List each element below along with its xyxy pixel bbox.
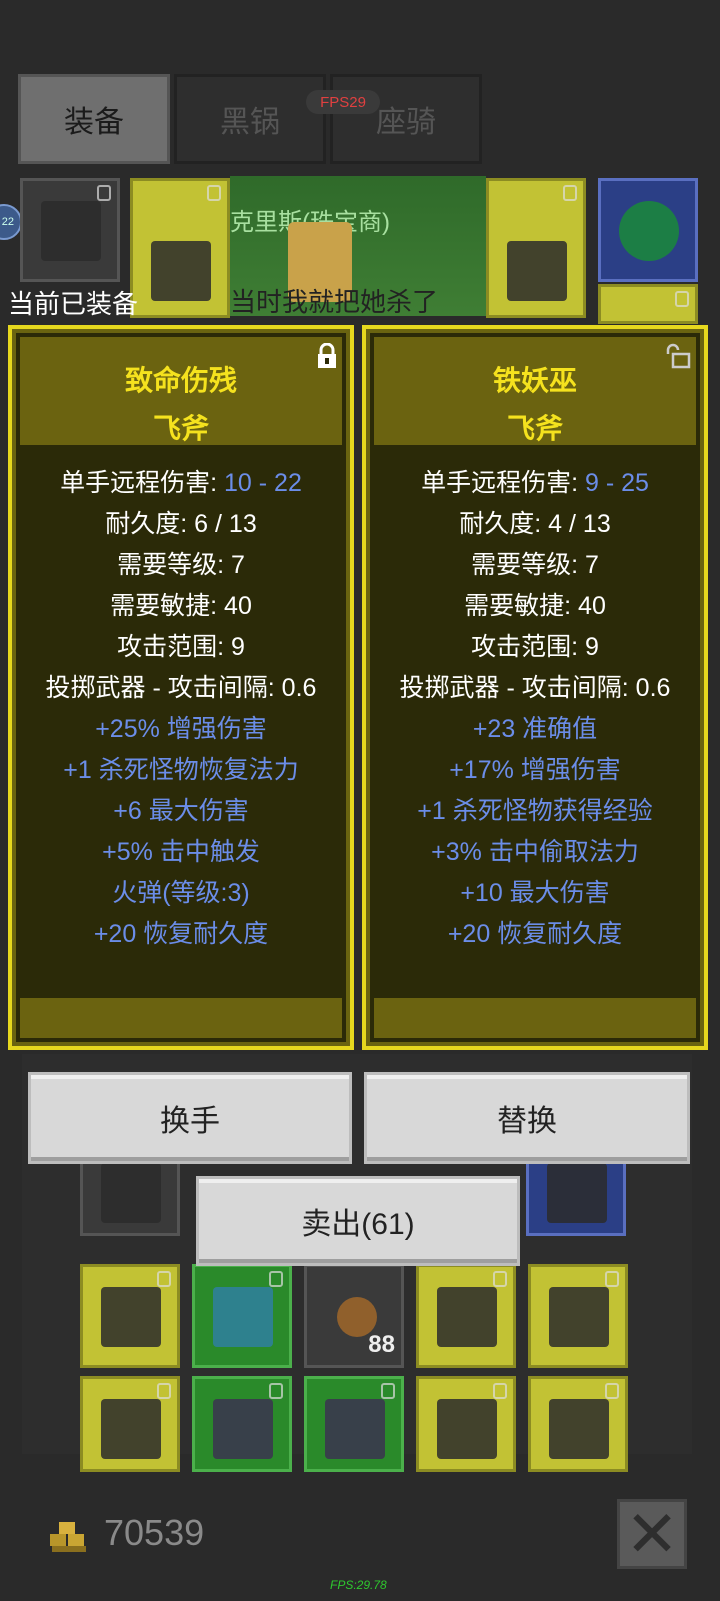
lock-icon [157, 1383, 171, 1399]
lock-icon [605, 1271, 619, 1287]
lock-icon [675, 291, 689, 307]
armor-icon [213, 1287, 273, 1347]
npc-dialog: 克里斯(珠宝商) 当时我就把她杀了 [230, 176, 486, 317]
lock-icon [157, 1271, 171, 1287]
gold-amount: 70539 [104, 1512, 205, 1553]
unlock-icon[interactable] [664, 343, 692, 369]
inventory-slot[interactable] [416, 1264, 516, 1368]
sword-icon [101, 1163, 161, 1223]
chest-armor-icon [549, 1287, 609, 1347]
inventory-slot[interactable] [80, 1376, 180, 1472]
affix: +6 最大伤害 [113, 797, 249, 825]
gloves-icon [213, 1399, 273, 1459]
close-button[interactable]: ✕ [617, 1499, 687, 1569]
lock-icon [269, 1271, 283, 1287]
swap-hand-button[interactable]: 换手 [28, 1072, 352, 1164]
boots-icon [437, 1287, 497, 1347]
item-type: 飞斧 [152, 413, 209, 444]
helm-icon [41, 201, 101, 261]
stat-range: 攻击范围: 9 [471, 633, 599, 661]
panel-footer [374, 998, 696, 1038]
inventory-slot[interactable]: 88 [304, 1264, 404, 1368]
stat-req-level: 需要等级: 7 [471, 551, 599, 579]
equip-slot-weapon-right[interactable] [486, 178, 586, 318]
level-badge: 22 [0, 204, 22, 240]
stat-damage: 单手远程伤害: 10 - 22 [60, 469, 302, 497]
inventory-slot[interactable] [304, 1376, 404, 1472]
tab-black-pot[interactable]: 黑锅 [174, 74, 326, 164]
inventory-slot[interactable] [528, 1376, 628, 1472]
equip-slot-extra[interactable] [598, 284, 698, 324]
npc-dialog-line: 当时我就把她杀了 [230, 287, 439, 317]
lock-icon [97, 185, 111, 201]
equip-slot-weapon-left[interactable] [130, 178, 230, 318]
item-type: 飞斧 [506, 413, 563, 444]
lock-icon [605, 1383, 619, 1399]
stat-attack-speed: 投掷武器 - 攻击间隔: 0.6 [45, 674, 317, 702]
stat-attack-speed: 投掷武器 - 攻击间隔: 0.6 [399, 674, 671, 702]
fps-badge: FPS29 [306, 90, 380, 114]
lock-icon [563, 185, 577, 201]
stat-range: 攻击范围: 9 [117, 633, 245, 661]
stat-durability: 耐久度: 4 / 13 [459, 510, 611, 538]
inventory-slot[interactable] [192, 1376, 292, 1472]
lock-icon [207, 185, 221, 201]
lock-icon [269, 1383, 283, 1399]
inventory-slot[interactable] [80, 1264, 180, 1368]
item-panel-equipped: 致命伤残 飞斧 单手远程伤害: 10 - 22 耐久度: 6 / 13 需要等级… [8, 325, 354, 1050]
amulet-icon [619, 201, 679, 261]
gloves-icon [101, 1399, 161, 1459]
affix: +25% 增强伤害 [95, 715, 267, 743]
stat-req-dex: 需要敏捷: 40 [464, 592, 606, 620]
item-name: 致命伤残 [124, 365, 237, 396]
close-icon: ✕ [625, 1498, 679, 1570]
affix: +10 最大伤害 [460, 879, 610, 907]
replace-button[interactable]: 替换 [364, 1072, 690, 1164]
affix: +5% 击中触发 [102, 838, 260, 866]
axe-icon [507, 241, 567, 301]
gold-icon [50, 1522, 86, 1552]
tab-equipment[interactable]: 装备 [18, 74, 170, 164]
stat-req-dex: 需要敏捷: 40 [110, 592, 252, 620]
equipped-label: 当前已装备 [8, 289, 139, 319]
stat-req-level: 需要等级: 7 [117, 551, 245, 579]
axe-icon [437, 1399, 497, 1459]
affix: +3% 击中偷取法力 [431, 838, 639, 866]
lock-icon [493, 1383, 507, 1399]
affix: +1 杀死怪物获得经验 [417, 797, 653, 825]
panel-footer [20, 998, 342, 1038]
item-panel-candidate: 铁妖巫 飞斧 单手远程伤害: 9 - 25 耐久度: 4 / 13 需要等级: … [362, 325, 708, 1050]
fps-counter: FPS:29.78 [330, 1578, 387, 1592]
stat-damage: 单手远程伤害: 9 - 25 [421, 469, 649, 497]
tab-mount[interactable]: 座骑 [330, 74, 482, 164]
sell-button[interactable]: 卖出(61) [196, 1176, 520, 1266]
lock-icon[interactable] [316, 343, 338, 369]
item-name: 铁妖巫 [492, 365, 577, 396]
gloves-icon [325, 1399, 385, 1459]
stack-count: 88 [368, 1331, 395, 1358]
stat-durability: 耐久度: 6 / 13 [105, 510, 257, 538]
equip-slot-amulet[interactable] [598, 178, 698, 282]
affix: 火弹(等级:3) [112, 879, 250, 907]
inventory-slot[interactable] [528, 1264, 628, 1368]
affix: +23 准确值 [472, 715, 598, 743]
inventory-slot[interactable] [192, 1264, 292, 1368]
inventory-slot[interactable] [416, 1376, 516, 1472]
helm-icon [549, 1399, 609, 1459]
helm-icon [101, 1287, 161, 1347]
affix: +17% 增强伤害 [449, 756, 621, 784]
affix: +1 杀死怪物恢复法力 [63, 756, 299, 784]
lock-icon [493, 1271, 507, 1287]
affix: +20 恢复耐久度 [93, 920, 269, 948]
equip-slot-helm[interactable] [20, 178, 120, 282]
map-icon [547, 1163, 607, 1223]
lock-icon [381, 1383, 395, 1399]
axe-icon [151, 241, 211, 301]
affix: +20 恢复耐久度 [447, 920, 623, 948]
